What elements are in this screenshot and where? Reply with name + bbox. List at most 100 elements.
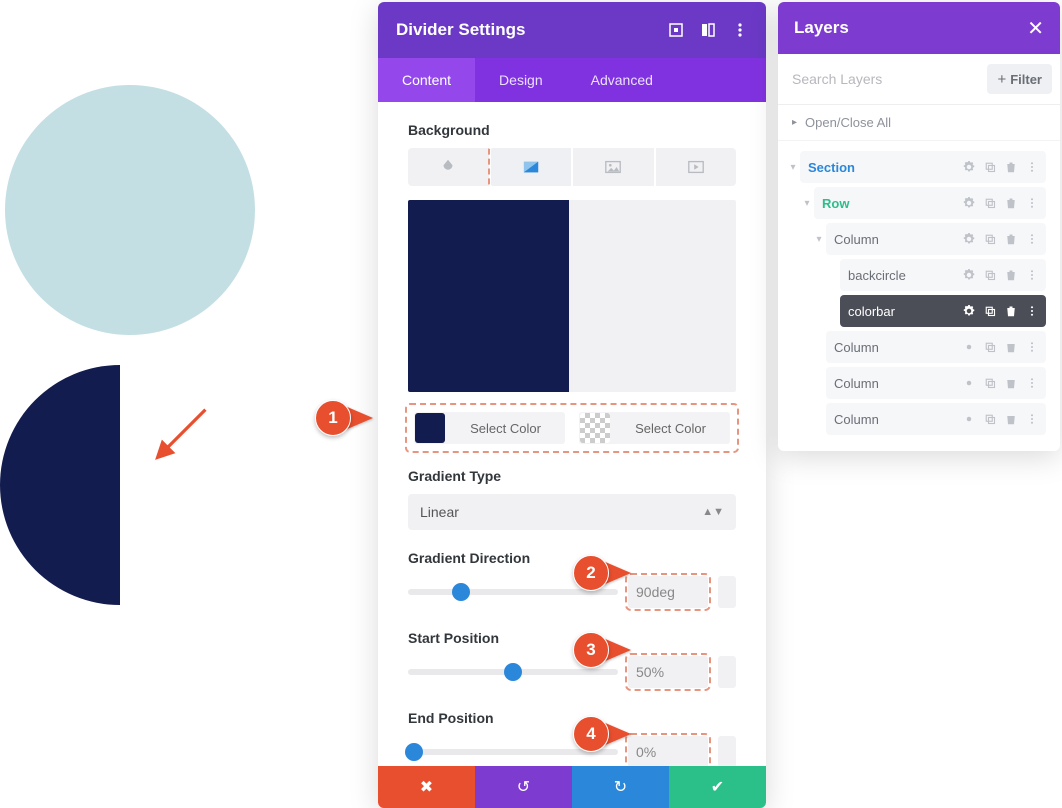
chevron-down-icon[interactable]: ▾ [800, 198, 814, 209]
gradient-type-select[interactable]: Linear ▲▼ [408, 494, 736, 530]
column-label: Column [834, 232, 879, 247]
chevron-down-icon[interactable]: ▾ [786, 162, 800, 173]
tree-colorbar[interactable]: ▾ colorbar [826, 295, 1052, 327]
layers-title: Layers [794, 18, 849, 38]
row-label: Row [822, 196, 849, 211]
color-stop-1[interactable]: Select Color [414, 412, 565, 444]
trash-icon[interactable] [1005, 305, 1017, 317]
close-icon[interactable]: ✕ [1027, 16, 1044, 41]
gear-icon[interactable] [963, 197, 975, 209]
gradient-preview [408, 200, 736, 392]
start-unit-toggle[interactable] [718, 656, 736, 688]
layers-header: Layers ✕ [778, 2, 1060, 54]
gradient-type-label: Gradient Type [408, 468, 736, 484]
gradient-preview-swatch [408, 200, 569, 392]
kebab-icon[interactable] [1026, 341, 1038, 353]
bg-type-video[interactable] [656, 148, 737, 186]
trash-icon[interactable] [1005, 197, 1017, 209]
tree-backcircle[interactable]: ▾ backcircle [826, 259, 1052, 291]
undo-button[interactable]: ↺ [475, 766, 572, 808]
color-picker-row: Select Color Select Color [408, 406, 736, 450]
end-value[interactable]: 0% [628, 736, 708, 766]
bg-type-image[interactable] [573, 148, 656, 186]
direction-slider[interactable] [408, 589, 618, 595]
trash-icon[interactable] [1005, 413, 1017, 425]
color-chip-2 [580, 413, 610, 443]
duplicate-icon[interactable] [984, 341, 996, 353]
trash-icon[interactable] [1005, 377, 1017, 389]
kebab-icon[interactable] [732, 22, 748, 38]
gear-icon[interactable] [963, 269, 975, 281]
chevron-down-icon[interactable]: ▾ [812, 234, 826, 245]
tabs: Content Design Advanced [378, 58, 766, 102]
colorbar-label: colorbar [848, 304, 895, 319]
direction-slider-thumb[interactable] [452, 583, 470, 601]
trash-icon[interactable] [1005, 341, 1017, 353]
kebab-icon[interactable] [1026, 377, 1038, 389]
gear-icon[interactable] [963, 413, 975, 425]
duplicate-icon[interactable] [984, 413, 996, 425]
end-position-row: 0% [408, 736, 736, 766]
tab-advanced[interactable]: Advanced [567, 58, 677, 102]
tree-column-1[interactable]: ▾ Column [812, 223, 1052, 255]
tree-column-4[interactable]: ▾ Column [812, 403, 1052, 435]
search-input[interactable] [792, 71, 979, 87]
kebab-icon[interactable] [1026, 161, 1038, 173]
caret-icon: ▲▼ [702, 506, 724, 518]
trash-icon[interactable] [1005, 233, 1017, 245]
column-label: Column [834, 376, 879, 391]
end-slider[interactable] [408, 749, 618, 755]
save-button[interactable]: ✔ [669, 766, 766, 808]
tab-content[interactable]: Content [378, 58, 475, 102]
tree-row[interactable]: ▾ Row [800, 187, 1052, 219]
color-stop-2[interactable]: Select Color [579, 412, 730, 444]
redo-button[interactable]: ↻ [572, 766, 669, 808]
gear-icon[interactable] [963, 341, 975, 353]
expand-icon[interactable] [700, 22, 716, 38]
layers-panel: Layers ✕ + Filter ▸ Open/Close All ▾ Sec… [778, 2, 1060, 451]
filter-button[interactable]: + Filter [987, 64, 1052, 94]
duplicate-icon[interactable] [984, 197, 996, 209]
start-slider-thumb[interactable] [504, 663, 522, 681]
start-position-label: Start Position [408, 630, 736, 646]
kebab-icon[interactable] [1026, 269, 1038, 281]
gear-icon[interactable] [963, 161, 975, 173]
tab-design[interactable]: Design [475, 58, 567, 102]
column-label: Column [834, 340, 879, 355]
bg-type-color[interactable] [408, 148, 491, 186]
start-slider[interactable] [408, 669, 618, 675]
end-unit-toggle[interactable] [718, 736, 736, 766]
direction-value[interactable]: 90deg [628, 576, 708, 608]
page-canvas [0, 0, 378, 808]
duplicate-icon[interactable] [984, 269, 996, 281]
column-label: Column [834, 412, 879, 427]
duplicate-icon[interactable] [984, 377, 996, 389]
direction-unit-toggle[interactable] [718, 576, 736, 608]
tree-section[interactable]: ▾ Section [786, 151, 1052, 183]
tree-column-3[interactable]: ▾ Column [812, 367, 1052, 399]
open-close-all[interactable]: ▸ Open/Close All [778, 105, 1060, 141]
kebab-icon[interactable] [1026, 233, 1038, 245]
background-label: Background [408, 122, 736, 138]
colorbar-shape [0, 365, 240, 605]
gear-icon[interactable] [963, 233, 975, 245]
tree-column-2[interactable]: ▾ Column [812, 331, 1052, 363]
trash-icon[interactable] [1005, 269, 1017, 281]
gear-icon[interactable] [963, 377, 975, 389]
bg-type-gradient[interactable] [491, 148, 574, 186]
snap-icon[interactable] [668, 22, 684, 38]
cancel-button[interactable]: ✖ [378, 766, 475, 808]
color-chip-1 [415, 413, 445, 443]
duplicate-icon[interactable] [984, 161, 996, 173]
start-value[interactable]: 50% [628, 656, 708, 688]
kebab-icon[interactable] [1026, 413, 1038, 425]
kebab-icon[interactable] [1026, 305, 1038, 317]
filter-label: Filter [1010, 72, 1042, 87]
kebab-icon[interactable] [1026, 197, 1038, 209]
gear-icon[interactable] [963, 305, 975, 317]
background-type-row [408, 148, 736, 186]
trash-icon[interactable] [1005, 161, 1017, 173]
duplicate-icon[interactable] [984, 305, 996, 317]
duplicate-icon[interactable] [984, 233, 996, 245]
end-slider-thumb[interactable] [405, 743, 423, 761]
